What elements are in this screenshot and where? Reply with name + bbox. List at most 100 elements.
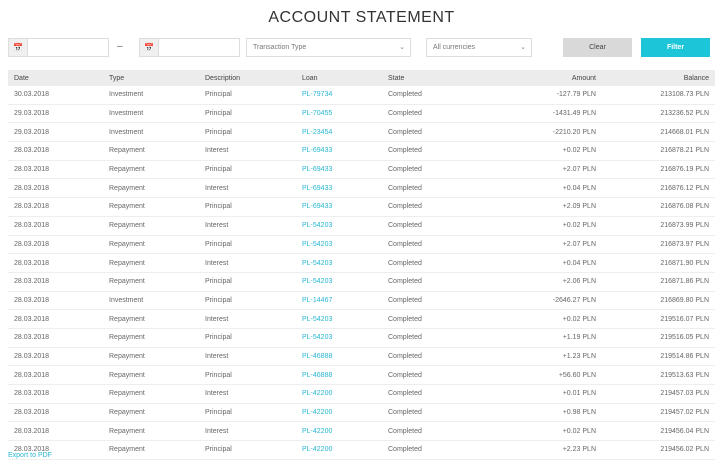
cell-type: Repayment xyxy=(103,253,199,273)
cell-description: Principal xyxy=(199,328,296,348)
cell-balance: 216878.21 PLN xyxy=(602,141,715,161)
cell-state: Completed xyxy=(382,216,494,236)
currency-select[interactable]: All currencies ⌄ xyxy=(426,38,532,57)
cell-loan[interactable]: PL-69433 xyxy=(296,197,382,217)
filter-button[interactable]: Filter xyxy=(641,38,710,57)
cell-amount: -2210.20 PLN xyxy=(494,122,602,143)
cell-amount: +56.60 PLN xyxy=(494,365,602,385)
cell-loan[interactable]: PL-69433 xyxy=(296,141,382,161)
table-row: 28.03.2018 Repayment Principal PL-54203 Comp… xyxy=(8,235,715,255)
cell-loan[interactable]: PL-54203 xyxy=(296,309,382,329)
cell-date: 29.03.2018 xyxy=(8,104,103,124)
date-from-group: 📅 xyxy=(8,38,109,57)
cell-description: Interest xyxy=(199,384,296,404)
cell-date: 28.03.2018 xyxy=(8,347,103,367)
header-type[interactable]: Type xyxy=(103,70,199,86)
cell-description: Principal xyxy=(199,403,296,423)
cell-loan[interactable]: PL-14467 xyxy=(296,291,382,311)
cell-balance: 216876.12 PLN xyxy=(602,178,715,199)
cell-loan[interactable]: PL-69433 xyxy=(296,178,382,199)
cell-loan[interactable]: PL-42200 xyxy=(296,421,382,442)
cell-state: Completed xyxy=(382,197,494,217)
chevron-down-icon: ⌄ xyxy=(399,44,405,51)
cell-loan[interactable]: PL-42200 xyxy=(296,440,382,460)
cell-loan[interactable]: PL-54203 xyxy=(296,216,382,236)
table-row: 29.03.2018 Investment Principal PL-23454 Com… xyxy=(8,122,715,143)
calendar-icon[interactable]: 📅 xyxy=(139,38,159,57)
table-row: 28.03.2018 Repayment Principal PL-69433 Comp… xyxy=(8,160,715,180)
cell-date: 28.03.2018 xyxy=(8,253,103,273)
date-to-group: 📅 xyxy=(139,38,240,57)
cell-state: Completed xyxy=(382,365,494,385)
cell-state: Completed xyxy=(382,86,494,105)
cell-date: 28.03.2018 xyxy=(8,235,103,255)
cell-type: Repayment xyxy=(103,328,199,348)
cell-loan[interactable]: PL-54203 xyxy=(296,253,382,273)
date-to-input[interactable] xyxy=(159,38,240,57)
table-row: 28.03.2018 Repayment Principal PL-42200 Comp… xyxy=(8,403,715,423)
cell-date: 28.03.2018 xyxy=(8,403,103,423)
cell-loan[interactable]: PL-69433 xyxy=(296,160,382,180)
cell-type: Repayment xyxy=(103,365,199,385)
cell-type: Repayment xyxy=(103,216,199,236)
cell-amount: +0.02 PLN xyxy=(494,141,602,161)
header-loan[interactable]: Loan xyxy=(296,70,382,86)
cell-amount: -1431.49 PLN xyxy=(494,104,602,124)
chevron-down-icon: ⌄ xyxy=(520,44,526,51)
table-row: 28.03.2018 Repayment Principal PL-54203 Comp… xyxy=(8,272,715,292)
cell-date: 28.03.2018 xyxy=(8,160,103,180)
table-row: 28.03.2018 Investment Principal PL-14467 Com… xyxy=(8,291,715,311)
cell-description: Interest xyxy=(199,421,296,442)
cell-type: Repayment xyxy=(103,403,199,423)
clear-button[interactable]: Clear xyxy=(563,38,632,57)
cell-date: 28.03.2018 xyxy=(8,328,103,348)
cell-loan[interactable]: PL-42200 xyxy=(296,403,382,423)
cell-loan[interactable]: PL-54203 xyxy=(296,235,382,255)
cell-date: 28.03.2018 xyxy=(8,309,103,329)
cell-date: 30.03.2018 xyxy=(8,86,103,105)
cell-date: 28.03.2018 xyxy=(8,197,103,217)
cell-state: Completed xyxy=(382,440,494,460)
header-state[interactable]: State xyxy=(382,70,494,86)
cell-amount: +2.07 PLN xyxy=(494,235,602,255)
cell-loan[interactable]: PL-42200 xyxy=(296,384,382,404)
cell-loan[interactable]: PL-54203 xyxy=(296,328,382,348)
cell-state: Completed xyxy=(382,347,494,367)
cell-amount: +0.02 PLN xyxy=(494,309,602,329)
cell-date: 28.03.2018 xyxy=(8,216,103,236)
table-row: 28.03.2018 Repayment Interest PL-54203 Compl… xyxy=(8,253,715,273)
cell-description: Principal xyxy=(199,104,296,124)
cell-balance: 216873.97 PLN xyxy=(602,235,715,255)
cell-type: Repayment xyxy=(103,309,199,329)
cell-amount: -127.79 PLN xyxy=(494,86,602,105)
cell-loan[interactable]: PL-79734 xyxy=(296,86,382,105)
currency-value: All currencies xyxy=(433,44,476,51)
table-row: 28.03.2018 Repayment Interest PL-54203 Compl… xyxy=(8,309,715,329)
cell-loan[interactable]: PL-46888 xyxy=(296,347,382,367)
cell-state: Completed xyxy=(382,403,494,423)
cell-loan[interactable]: PL-46888 xyxy=(296,365,382,385)
cell-loan[interactable]: PL-70455 xyxy=(296,104,382,124)
cell-loan[interactable]: PL-23454 xyxy=(296,122,382,143)
header-description[interactable]: Description xyxy=(199,70,296,86)
header-amount[interactable]: Amount xyxy=(494,70,602,86)
cell-description: Interest xyxy=(199,141,296,161)
cell-description: Interest xyxy=(199,216,296,236)
statement-table: Date Type Description Loan State Amount … xyxy=(8,70,715,460)
cell-type: Repayment xyxy=(103,141,199,161)
transaction-type-select[interactable]: Transaction Type ⌄ xyxy=(246,38,411,57)
cell-description: Interest xyxy=(199,309,296,329)
export-pdf-link[interactable]: Export to PDF xyxy=(8,452,52,459)
calendar-icon[interactable]: 📅 xyxy=(8,38,28,57)
cell-date: 28.03.2018 xyxy=(8,291,103,311)
date-from-input[interactable] xyxy=(28,38,109,57)
cell-type: Repayment xyxy=(103,178,199,199)
cell-loan[interactable]: PL-54203 xyxy=(296,272,382,292)
table-header-row: Date Type Description Loan State Amount … xyxy=(8,70,715,86)
cell-date: 29.03.2018 xyxy=(8,122,103,143)
cell-amount: +2.07 PLN xyxy=(494,160,602,180)
cell-state: Completed xyxy=(382,291,494,311)
header-balance[interactable]: Balance xyxy=(602,70,715,86)
header-date[interactable]: Date xyxy=(8,70,103,86)
cell-balance: 219516.05 PLN xyxy=(602,328,715,348)
